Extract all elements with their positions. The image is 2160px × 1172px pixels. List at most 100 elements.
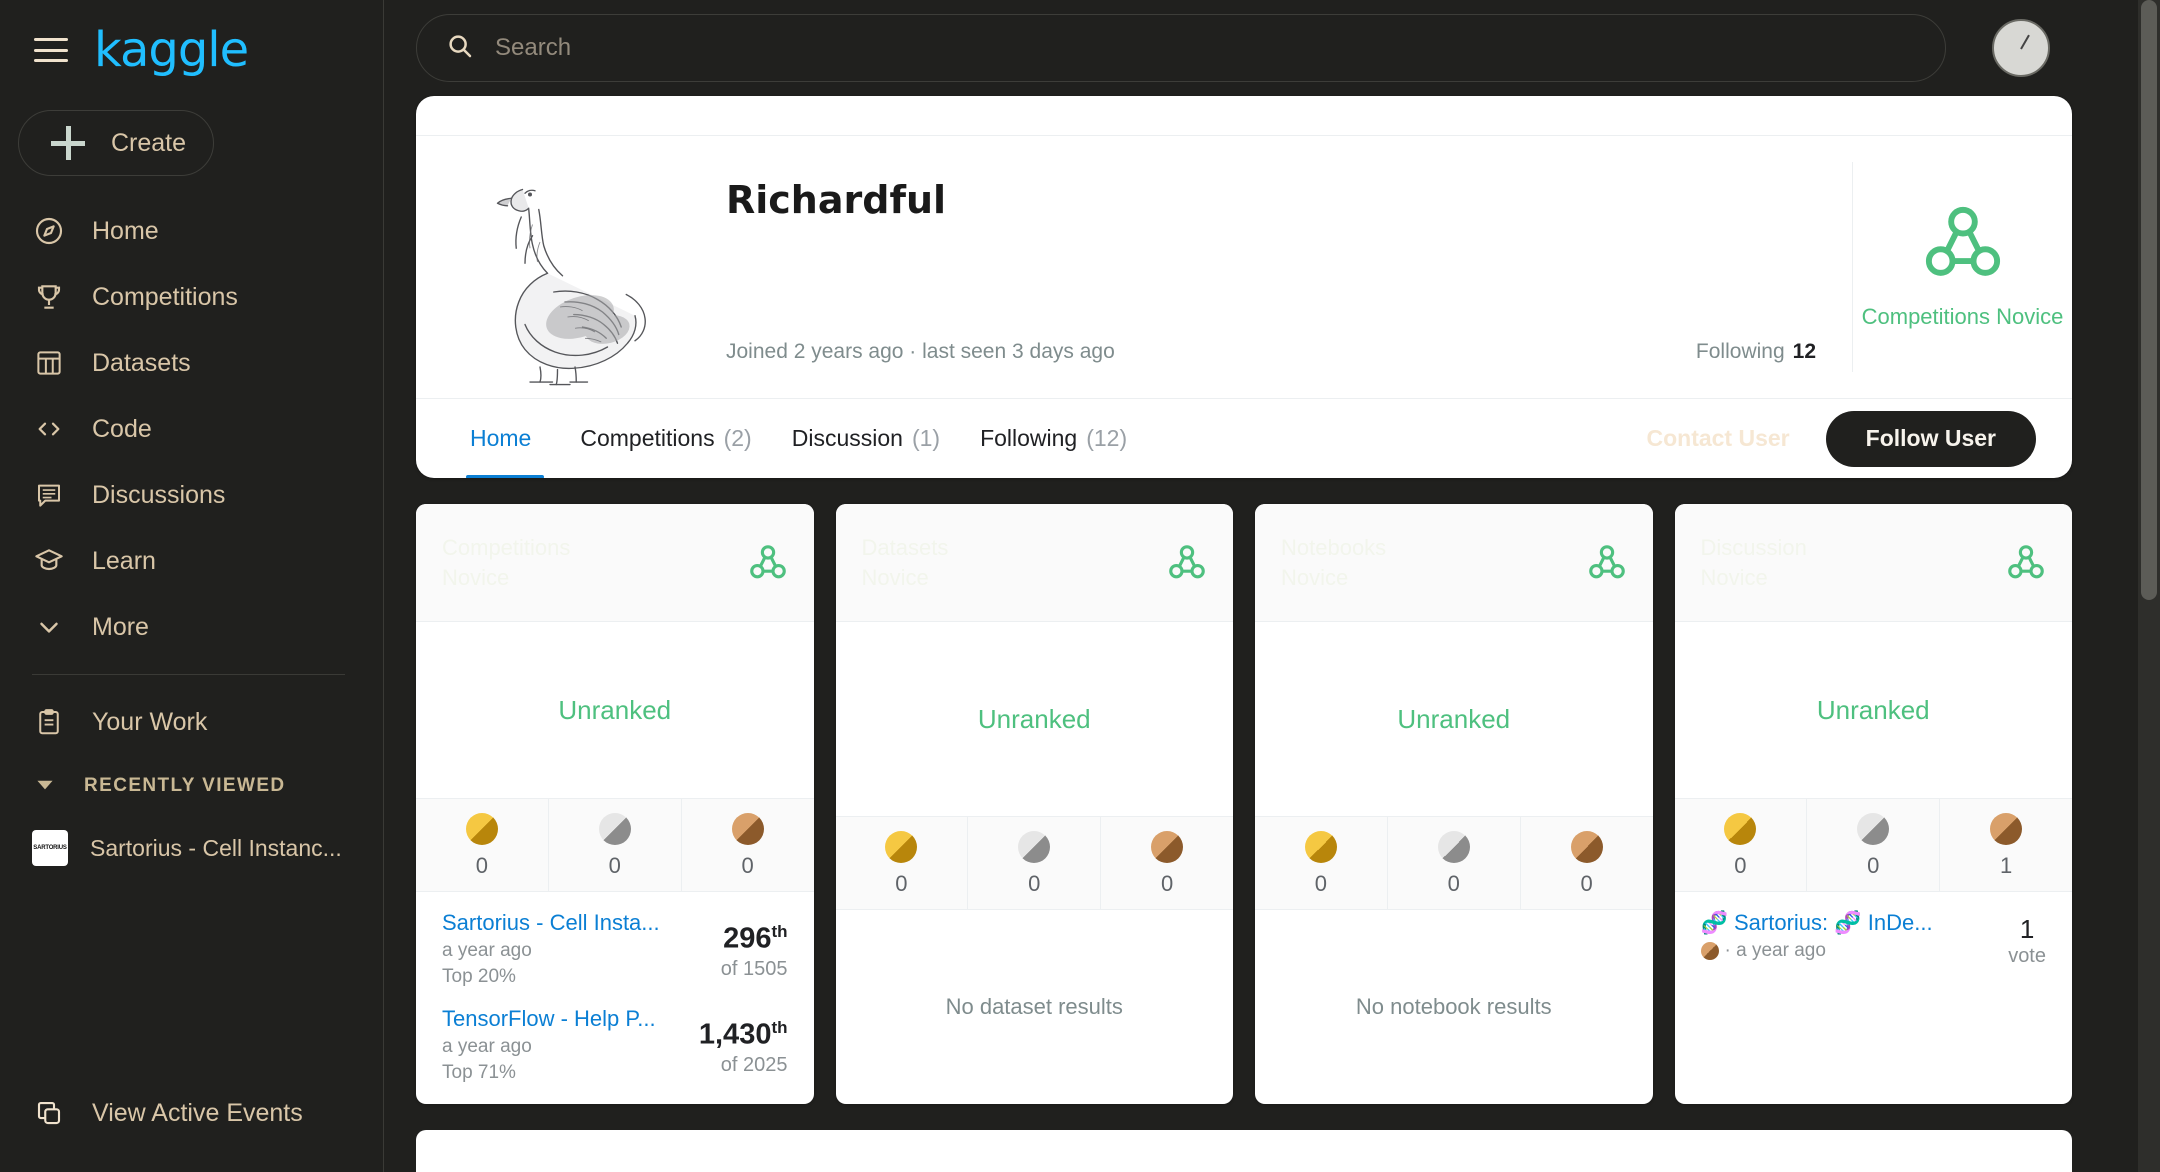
- bronze-medal-cell: 0: [680, 799, 814, 891]
- card-rank: Unranked: [1675, 622, 2073, 798]
- tab-home[interactable]: Home: [450, 399, 560, 478]
- goose-illustration: [496, 188, 646, 386]
- notebooks-card: Notebooks Novice Unranked 0 0 0 No noteb…: [1255, 504, 1653, 1104]
- comment-icon: [32, 478, 66, 512]
- search-icon: [445, 31, 475, 66]
- discussion-tier-icon: [2008, 544, 2044, 578]
- profile-joined-text: Joined 2 years ago · last seen 3 days ag…: [726, 340, 1115, 363]
- rank-value: Unranked: [558, 694, 672, 725]
- tab-competitions[interactable]: Competitions (2): [560, 399, 771, 479]
- recently-viewed-section-toggle[interactable]: RECENTLY VIEWED: [0, 755, 383, 817]
- card-empty-state: No dataset results: [836, 910, 1234, 1104]
- profile-body: Richardful Joined 2 years ago · last see…: [416, 136, 2072, 398]
- profile-actions: Contact User Follow User: [1630, 410, 2036, 467]
- bronze-medal-icon: [1990, 813, 2023, 845]
- competition-title[interactable]: TensorFlow - Help P...: [442, 1006, 656, 1032]
- gold-medal-cell: 0: [416, 799, 548, 891]
- tab-count: (2): [723, 425, 752, 451]
- recent-item-sartorius[interactable]: SARTORIUS Sartorius - Cell Instanc...: [0, 817, 383, 879]
- plus-icon: [51, 126, 85, 160]
- rank-value: Unranked: [1816, 694, 1930, 725]
- bronze-medal-icon: [1700, 942, 1719, 960]
- medal-counts: 0 0 1: [1674, 798, 2072, 892]
- gold-medal-cell: 0: [836, 817, 968, 909]
- silver-medal-count: 0: [608, 853, 621, 878]
- code-brackets-icon: [32, 412, 66, 446]
- view-active-events-label: View Active Events: [92, 1098, 303, 1127]
- recently-viewed-label: RECENTLY VIEWED: [84, 775, 286, 796]
- kaggle-logo[interactable]: kaggle: [94, 26, 249, 74]
- competition-entry[interactable]: Sartorius - Cell Insta... a year ago Top…: [442, 910, 788, 988]
- following-label: Following: [1695, 340, 1785, 363]
- datasets-tier-icon: [1169, 544, 1205, 578]
- silver-medal-cell: 0: [967, 817, 1100, 909]
- trophy-icon: [32, 280, 66, 314]
- user-avatar[interactable]: [1992, 19, 2050, 77]
- competition-title[interactable]: Sartorius - Cell Insta...: [442, 910, 660, 936]
- sidebar-item-datasets[interactable]: Datasets: [0, 330, 383, 396]
- competition-info: TensorFlow - Help P... a year ago Top 71…: [442, 1006, 656, 1084]
- sidebar-divider: [32, 674, 345, 675]
- competition-placement: 296th of 1505: [721, 910, 788, 981]
- tier-name: Competitions Novice: [1861, 304, 2064, 330]
- view-active-events-button[interactable]: View Active Events: [0, 1080, 383, 1146]
- tab-label: Following: [980, 425, 1078, 451]
- silver-medal-icon: [598, 813, 631, 845]
- sidebar-item-more[interactable]: More: [0, 594, 383, 660]
- create-button-label: Create: [111, 128, 187, 157]
- card-header: Datasets Novice: [835, 504, 1233, 622]
- datasets-card: Datasets Novice Unranked 0 0 0 No datase…: [835, 504, 1234, 1104]
- discussion-title[interactable]: 🧬 Sartorius: 🧬 InDe...: [1701, 910, 1933, 936]
- profile-meta: Joined 2 years ago · last seen 3 days ag…: [726, 340, 1852, 364]
- following-stat[interactable]: Following 12: [1696, 340, 1816, 364]
- follow-user-button[interactable]: Follow User: [1825, 410, 2036, 467]
- rank-number: 296: [723, 922, 772, 955]
- competition-percentile: Top 71%: [442, 1062, 516, 1083]
- gold-medal-count: 0: [1734, 853, 1747, 878]
- discussion-entry[interactable]: 🧬 Sartorius: 🧬 InDe... · a year ago 1 vo…: [1700, 910, 2046, 968]
- search-input[interactable]: [495, 34, 1917, 62]
- profile-info: Richardful Joined 2 years ago · last see…: [716, 136, 1852, 398]
- main-content: Richardful Joined 2 years ago · last see…: [384, 0, 2160, 1172]
- sidebar-item-competitions[interactable]: Competitions: [0, 264, 383, 330]
- silver-medal-count: 0: [1867, 853, 1880, 878]
- sidebar: kaggle Create Home Competitions Datasets…: [0, 0, 384, 1172]
- sidebar-item-discussions[interactable]: Discussions: [0, 462, 383, 528]
- silver-medal-cell: 0: [547, 799, 681, 891]
- profile-tabbar: Home Competitions (2) Discussion (1) Fol…: [416, 398, 2072, 478]
- sidebar-item-label: Datasets: [92, 348, 191, 377]
- sidebar-item-code[interactable]: Code: [0, 396, 383, 462]
- compass-icon: [32, 214, 66, 248]
- caret-down-icon: [32, 771, 58, 802]
- tab-label: Discussion: [791, 425, 903, 451]
- card-header: Notebooks Novice: [1255, 504, 1653, 622]
- contact-user-button[interactable]: Contact User: [1630, 425, 1805, 452]
- create-button[interactable]: Create: [18, 110, 214, 176]
- clipboard-icon: [32, 705, 66, 739]
- card-body: Sartorius - Cell Insta... a year ago Top…: [416, 892, 814, 1104]
- profile-avatar[interactable]: [416, 136, 716, 398]
- medal-counts: 0 0 0: [1255, 816, 1653, 910]
- sidebar-item-home[interactable]: Home: [0, 198, 383, 264]
- vote-count: 1: [2019, 914, 2035, 944]
- competition-percentile: Top 20%: [442, 966, 516, 987]
- competition-rank: 1,430th: [699, 1018, 788, 1052]
- sidebar-item-your-work[interactable]: Your Work: [0, 689, 383, 755]
- scrollbar-thumb[interactable]: [2141, 0, 2157, 600]
- sidebar-item-learn[interactable]: Learn: [0, 528, 383, 594]
- page-scrollbar[interactable]: [2138, 0, 2160, 1172]
- medal-counts: 0 0 0: [835, 816, 1233, 910]
- competition-entry[interactable]: TensorFlow - Help P... a year ago Top 71…: [442, 1006, 788, 1084]
- tab-discussion[interactable]: Discussion (1): [772, 399, 960, 479]
- table-icon: [32, 346, 66, 380]
- gold-medal-icon: [885, 831, 918, 863]
- sidebar-item-label: Learn: [92, 546, 156, 575]
- competitions-card: Competitions Novice Unranked 0 0 0 Sarto…: [416, 504, 814, 1104]
- tab-following[interactable]: Following (12): [960, 399, 1147, 479]
- bronze-medal-count: 0: [741, 853, 754, 878]
- search-bar[interactable]: [416, 14, 1946, 82]
- competition-rank: 296th: [721, 922, 787, 956]
- bronze-medal-icon: [1151, 831, 1184, 863]
- hamburger-icon[interactable]: [34, 38, 68, 62]
- silver-medal-count: 0: [1447, 871, 1460, 896]
